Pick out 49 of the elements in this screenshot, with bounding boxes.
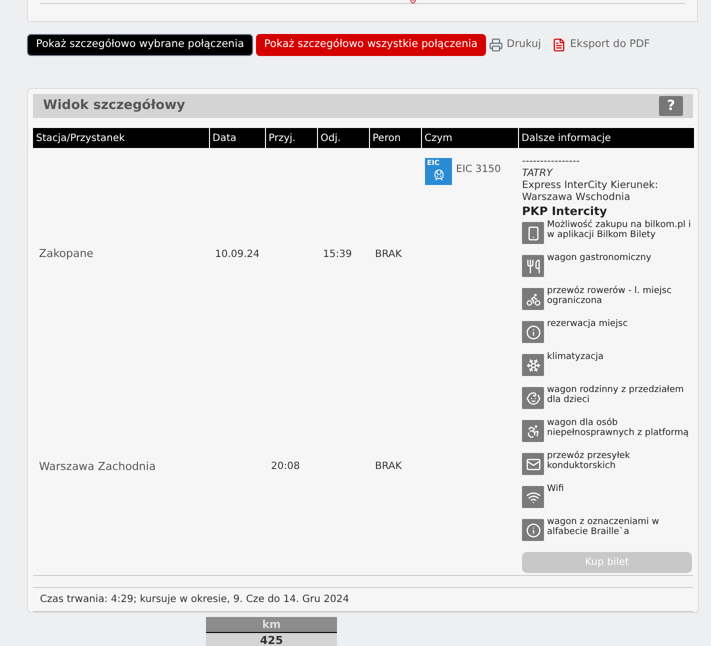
column-header: Dalsze informacje <box>518 128 694 148</box>
feature-text: Możliwość zakupu na bilkom.pl i w aplikacji Bilkom Bilety <box>547 220 692 240</box>
column-header: Odj. <box>317 128 369 148</box>
platform-cell: BRAK <box>369 148 421 360</box>
info-icon <box>522 519 544 541</box>
feature-text: przewóz przesyłek konduktorskich <box>547 451 632 471</box>
column-header: Data <box>209 128 265 148</box>
printer-icon <box>488 38 503 52</box>
column-header: Przyj. <box>265 128 317 148</box>
print-link[interactable]: Drukuj <box>488 37 542 53</box>
cutlery-icon <box>522 255 544 277</box>
info-icon <box>522 321 544 343</box>
feature-text: Wifi <box>547 484 564 494</box>
station-cell-text: Warszawa Zachodnia <box>38 458 157 474</box>
column-header: Peron <box>369 128 421 148</box>
column-header: Czym <box>421 128 518 148</box>
feature-text: wagon rodzinny z przedziałem dla dzieci <box>547 385 685 405</box>
departure-cell: 15:39 <box>317 148 369 360</box>
duration-text: Czas trwania: 4:29; kursuje w okresie, 9. Cze do 14. Gru 2024 <box>40 593 350 607</box>
distance-value: 425 <box>206 633 337 646</box>
wheelchair-icon <box>522 420 544 442</box>
envelope-icon <box>522 453 544 475</box>
wifi-icon <box>522 486 544 508</box>
pdf-export-link[interactable]: Eksport do PDF <box>552 37 650 53</box>
feature-text: wagon dla osób niepełnosprawnych z platformą <box>547 418 690 438</box>
platform-cell-text: BRAK <box>374 460 403 474</box>
train-name: TATRY <box>522 168 554 180</box>
feature-text: wagon z oznaczeniami w alfabecie Braille`a <box>547 517 660 537</box>
show-all-button[interactable]: Pokaż szczegółowo wszystkie połączenia <box>256 34 486 56</box>
snowflake-icon <box>522 354 544 376</box>
feature-text: klimatyzacja <box>547 352 604 362</box>
show-selected-button[interactable]: Pokaż szczegółowo wybrane połączenia <box>27 34 254 56</box>
separator-text: ---------------- <box>522 156 581 168</box>
date-cell: 10.09.24 <box>209 148 265 360</box>
train-description: Express InterCity Kierunek: Warszawa Wschodnia <box>522 180 660 204</box>
train-number: EIC 3150 <box>456 163 501 177</box>
help-button[interactable]: ? <box>659 96 683 116</box>
panel-title: Widok szczegółowy <box>43 97 186 116</box>
feature-text: przewóz rowerów - l. miejsc ograniczona <box>547 286 673 306</box>
distance-header: km <box>206 617 337 633</box>
feature-text: wagon gastronomiczny <box>547 253 652 263</box>
bicycle-icon <box>522 288 544 310</box>
phone-icon <box>522 222 544 244</box>
carrier-name: PKP Intercity <box>522 204 608 219</box>
station-cell: Zakopane <box>33 148 209 360</box>
column-header: Stacja/Przystanek <box>33 128 209 148</box>
feature-text: rezerwacja miejsc <box>547 319 628 329</box>
document-icon <box>552 38 566 52</box>
arrival-cell-text: 20:08 <box>270 460 301 474</box>
